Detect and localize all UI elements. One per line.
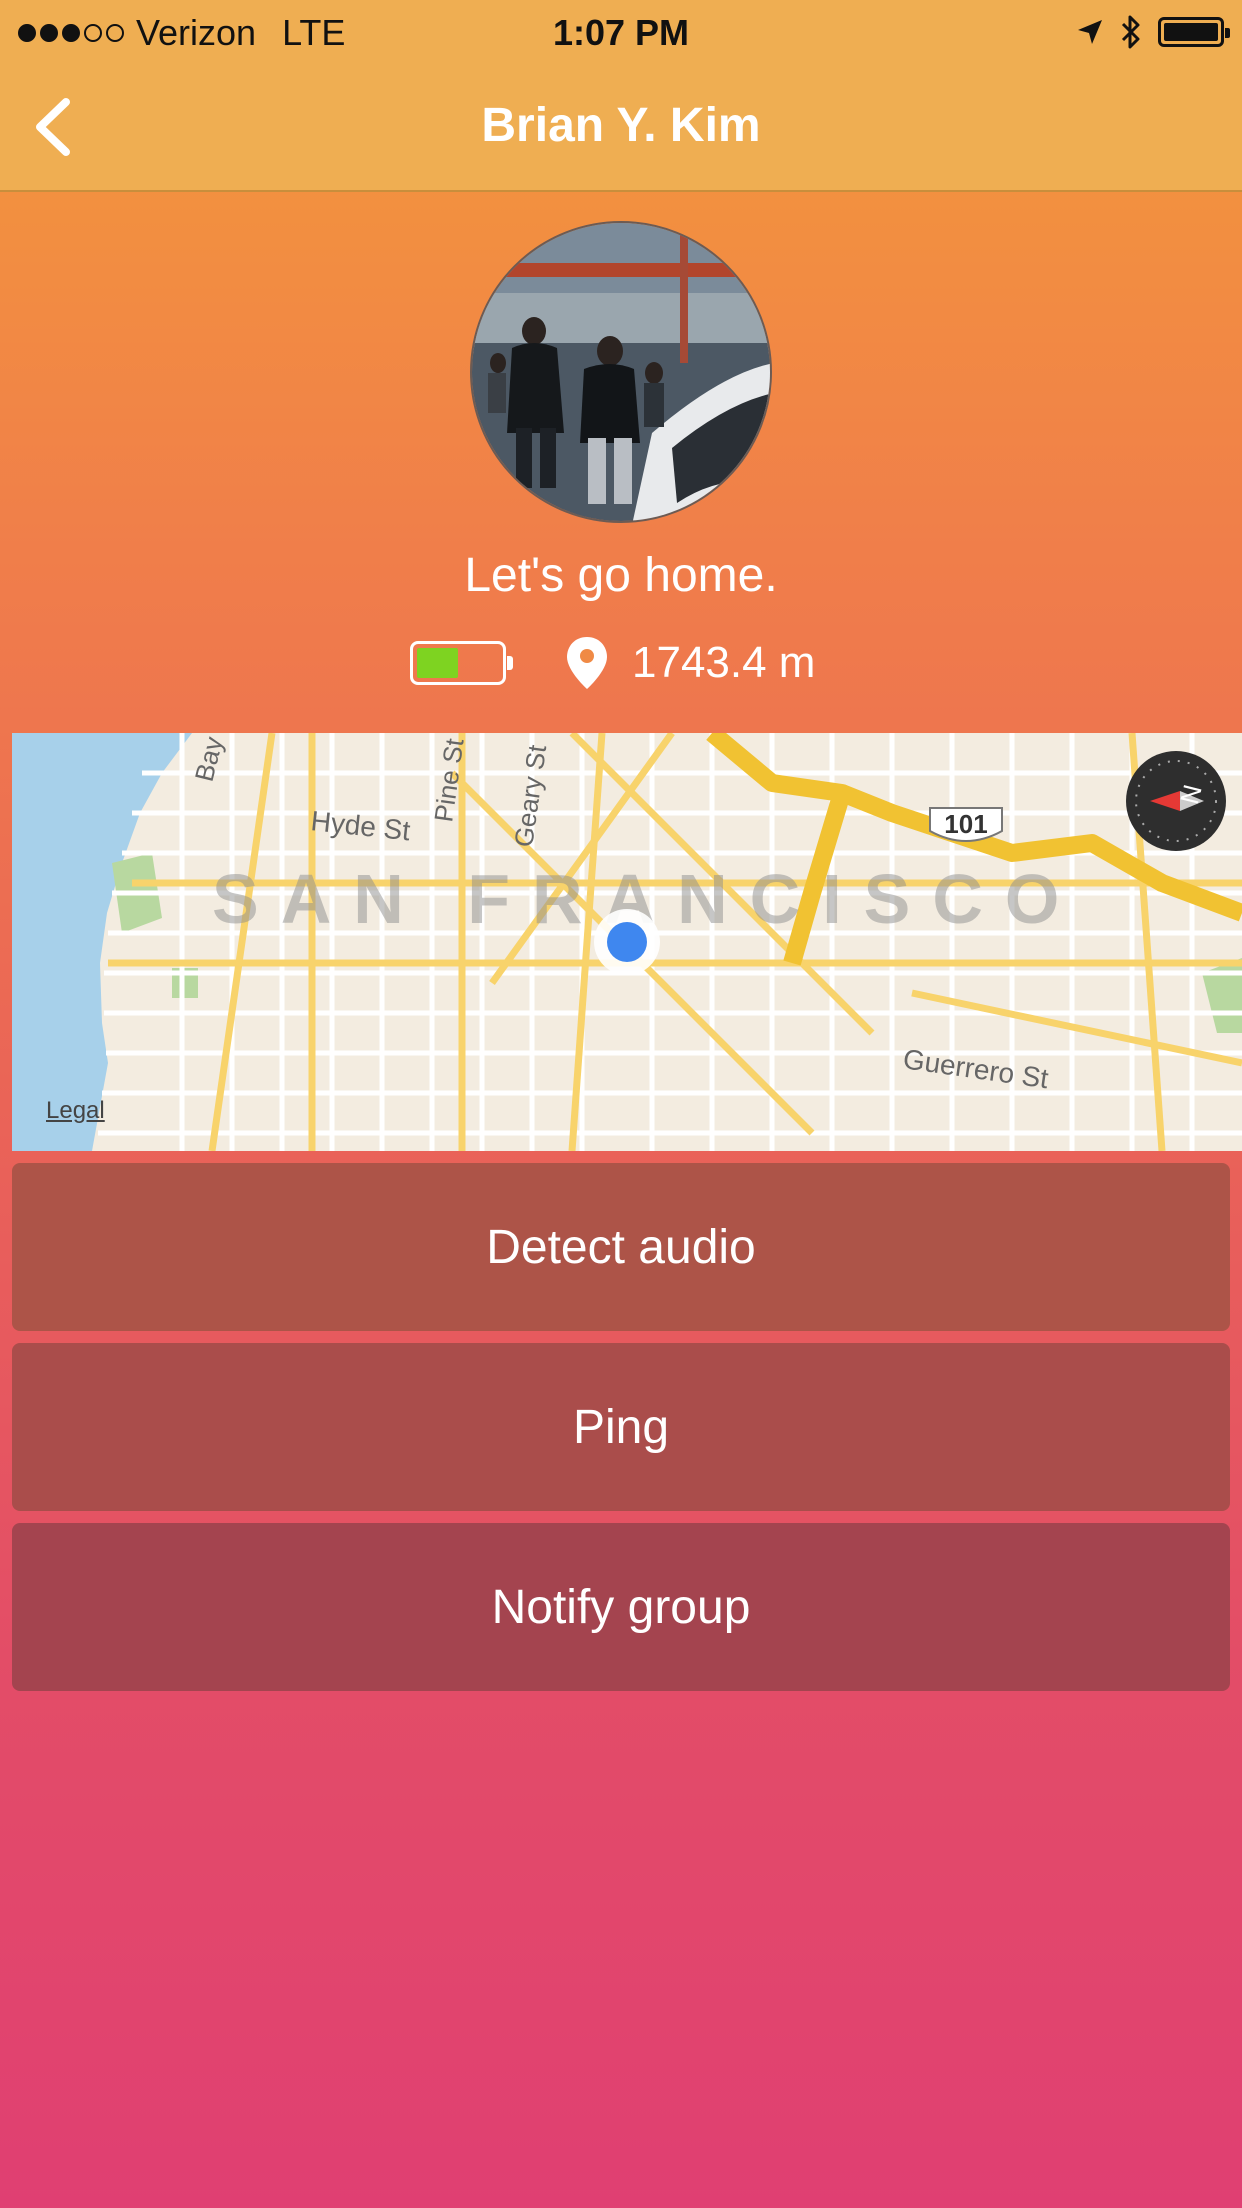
device-meta: 1743.4 m <box>410 632 815 694</box>
status-bar: Verizon LTE 1:07 PM <box>0 0 1242 62</box>
detect-audio-button[interactable]: Detect audio <box>12 1163 1230 1331</box>
compass-button[interactable]: N <box>1124 749 1228 853</box>
location-pin-icon <box>567 637 607 689</box>
navigation-bar: Brian Y. Kim <box>0 62 1242 190</box>
distance-value: 1743.4 m <box>632 638 816 687</box>
map-view[interactable]: 101 Hyde St Pine St Geary St Bay Guerrer… <box>12 733 1242 1151</box>
legal-link[interactable]: Legal <box>46 1097 105 1125</box>
location-arrow-icon <box>1078 20 1102 44</box>
battery-icon <box>410 641 513 685</box>
avatar <box>470 221 772 523</box>
status-message: Let's go home. <box>464 549 778 602</box>
device-battery-icon <box>1158 17 1230 47</box>
battery-level <box>417 648 458 678</box>
bluetooth-icon <box>1121 15 1140 49</box>
map-tiles: 101 Hyde St Pine St Geary St Bay Guerrer… <box>12 733 1242 1151</box>
compass-icon <box>1126 751 1226 851</box>
device-battery-fill <box>1164 23 1218 41</box>
ping-button[interactable]: Ping <box>12 1343 1230 1511</box>
status-time: 1:07 PM <box>552 12 690 53</box>
current-location-marker <box>594 909 660 975</box>
profile-photo <box>472 223 770 521</box>
status-right <box>1076 14 1230 50</box>
highway-shield-number: 101 <box>944 809 987 839</box>
top-bar: Verizon LTE 1:07 PM Brian Y. Kim <box>0 0 1242 192</box>
notify-group-button[interactable]: Notify group <box>12 1523 1230 1691</box>
page-title: Brian Y. Kim <box>481 99 761 152</box>
